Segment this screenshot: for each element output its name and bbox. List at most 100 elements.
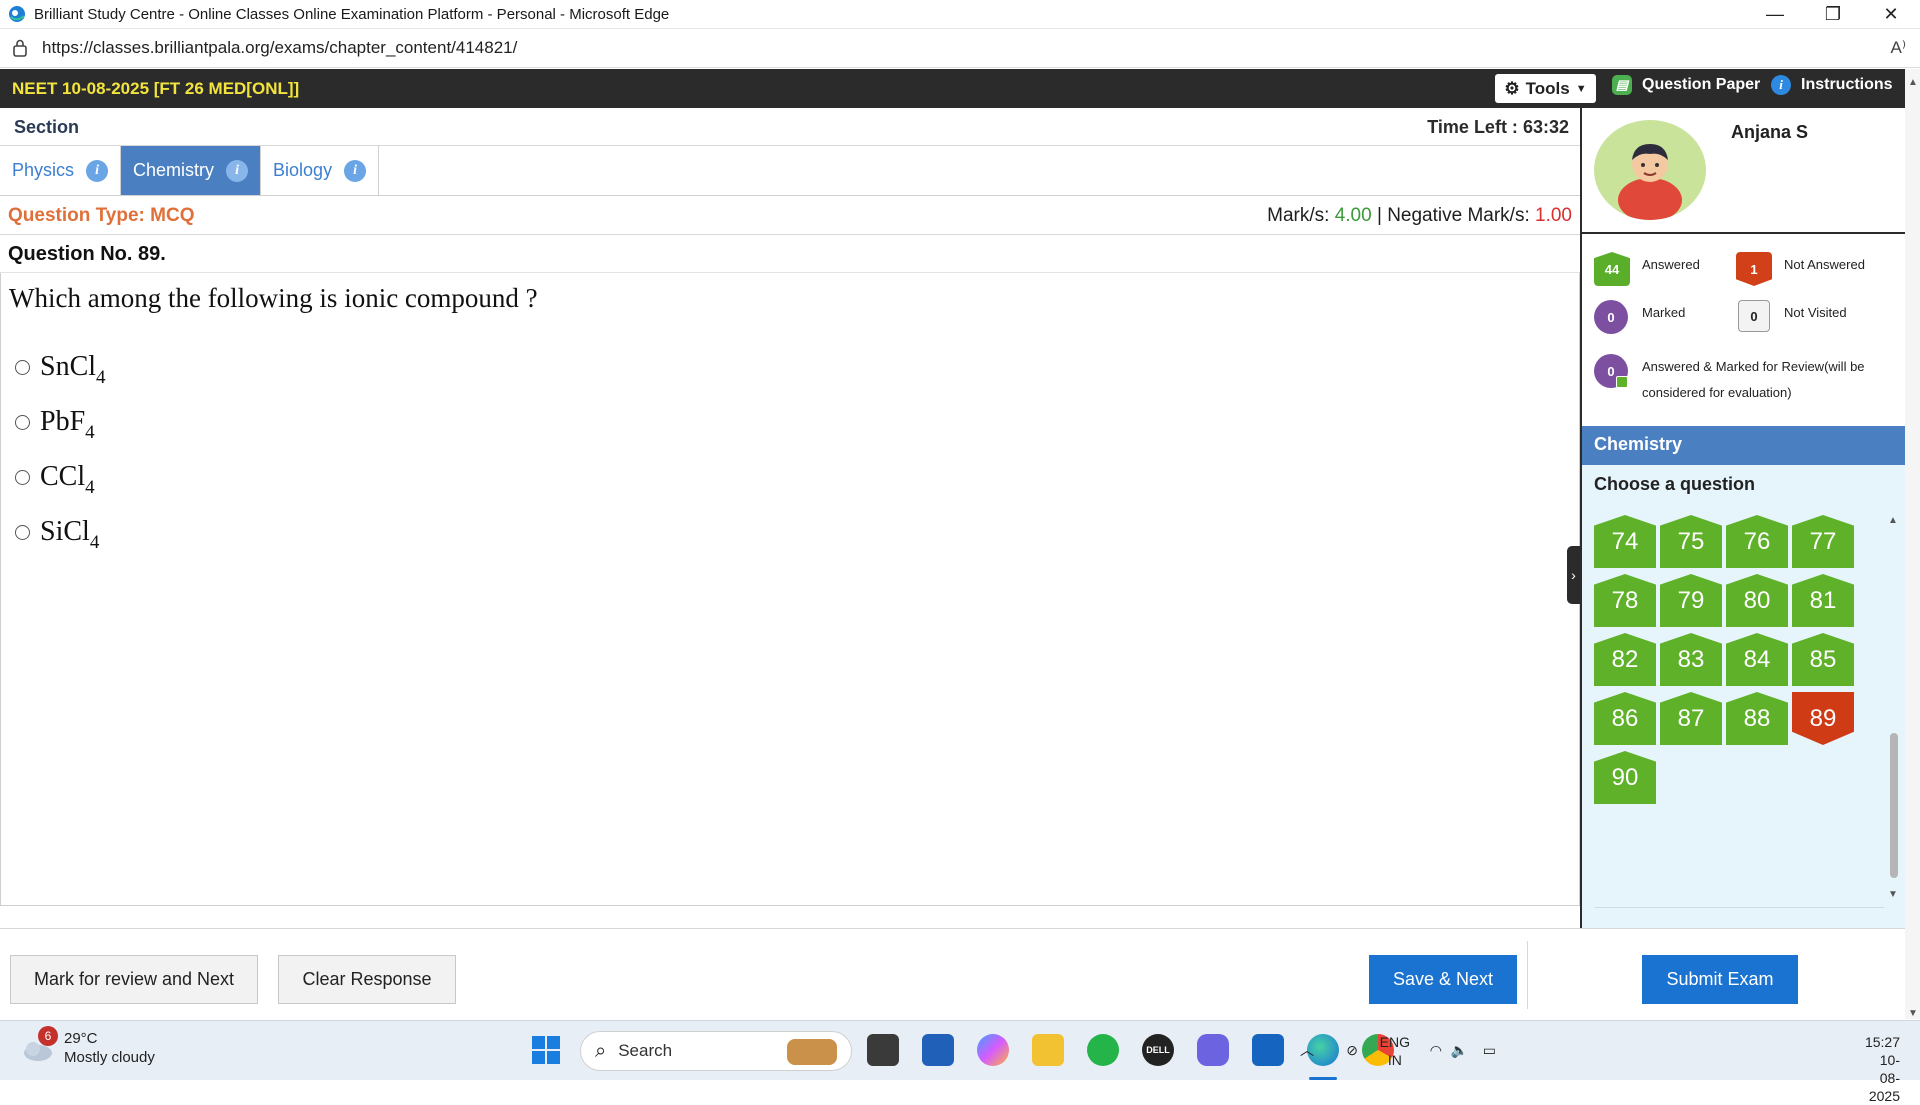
scroll-up-icon[interactable]: ▲	[1888, 515, 1898, 526]
clock[interactable]: 15:27 10-08-2025	[1865, 1033, 1900, 1105]
scroll-down-icon[interactable]: ▼	[1888, 889, 1898, 900]
question-button-82[interactable]: 82	[1594, 633, 1656, 686]
mark-review-next-button[interactable]: Mark for review and Next	[10, 955, 258, 1004]
app-icon[interactable]	[1197, 1034, 1229, 1066]
collapse-panel-handle[interactable]: ›	[1567, 546, 1580, 604]
gear-icon: ⚙	[1504, 78, 1520, 98]
tab-chemistry[interactable]: Chemistry i	[121, 146, 262, 195]
option-radio[interactable]	[15, 359, 30, 375]
whatsapp-icon[interactable]	[1087, 1034, 1119, 1066]
time: 15:27	[1864, 1034, 1900, 1050]
volume-icon[interactable]: 🔈	[1451, 1041, 1468, 1059]
file-explorer-icon[interactable]	[1032, 1034, 1064, 1066]
option-radio[interactable]	[15, 524, 30, 540]
close-window-button[interactable]: ✕	[1862, 0, 1920, 29]
marked-badge: 0	[1594, 300, 1628, 334]
question-type: Question Type: MCQ	[8, 205, 195, 226]
time-left-value: 63:32	[1522, 117, 1569, 137]
legend-label: Answered	[1642, 257, 1700, 272]
question-button-74[interactable]: 74	[1594, 515, 1656, 568]
question-button-79[interactable]: 79	[1660, 574, 1722, 627]
task-view-icon[interactable]	[867, 1034, 899, 1066]
tab-biology[interactable]: Biology i	[261, 146, 380, 195]
tools-dropdown[interactable]: ⚙ Tools ▼	[1495, 74, 1596, 103]
section-row: Section Time Left : 63:32	[0, 108, 1580, 146]
marks-label: Mark/s:	[1267, 205, 1330, 226]
date: 10-08-2025	[1868, 1052, 1900, 1104]
option-3[interactable]: CCl4	[15, 461, 95, 498]
scroll-up-icon[interactable]: ▲	[1908, 77, 1918, 88]
instructions-button[interactable]: i Instructions	[1771, 75, 1893, 95]
question-button-84[interactable]: 84	[1726, 633, 1788, 686]
address-bar[interactable]: https://classes.brilliantpala.org/exams/…	[0, 29, 1920, 68]
question-palette: 74 75 76 77 78 79 80 81 82 83 84 85 86 87 88 89 90	[1594, 515, 1874, 890]
chevron-up-icon[interactable]: ︿	[1300, 1041, 1314, 1059]
info-icon[interactable]: i	[344, 159, 367, 182]
scroll-thumb[interactable]	[1890, 733, 1898, 878]
question-button-90[interactable]: 90	[1594, 751, 1656, 804]
marks-value: 4.00	[1334, 205, 1372, 226]
option-1[interactable]: SnCl4	[15, 351, 106, 388]
divider	[1527, 941, 1528, 1009]
question-button-83[interactable]: 83	[1660, 633, 1722, 686]
tab-label: Physics	[12, 160, 75, 180]
option-radio[interactable]	[15, 469, 30, 485]
question-button-80[interactable]: 80	[1726, 574, 1788, 627]
exam-title: NEET 10-08-2025 [FT 26 MED[ONL]]	[12, 78, 300, 98]
option-2[interactable]: PbF4	[15, 406, 95, 443]
question-paper-button[interactable]: ▤ Question Paper	[1612, 75, 1760, 95]
palette-scrollbar[interactable]: ▲ ▼	[1887, 515, 1901, 900]
question-paper-label: Question Paper	[1642, 76, 1761, 93]
question-paper-icon: ▤	[1612, 75, 1632, 95]
read-aloud-icon[interactable]: A⁾	[1890, 38, 1906, 58]
battery-icon[interactable]: ▭	[1483, 1041, 1496, 1059]
question-button-81[interactable]: 81	[1792, 574, 1854, 627]
dell-icon[interactable]: DELL	[1142, 1034, 1174, 1066]
legend-label: Answered & Marked for Review(will be con…	[1642, 359, 1865, 400]
info-icon[interactable]: i	[226, 159, 249, 182]
edge-icon	[9, 6, 25, 22]
wifi-icon[interactable]: ◠	[1430, 1041, 1442, 1059]
info-icon[interactable]: i	[86, 159, 109, 182]
question-button-88[interactable]: 88	[1726, 692, 1788, 745]
submit-exam-button[interactable]: Submit Exam	[1642, 955, 1798, 1004]
question-button-86[interactable]: 86	[1594, 692, 1656, 745]
option-4[interactable]: SiCl4	[15, 516, 99, 553]
right-panel: Anjana S 44 Answered 1 Not Answered 0 Ma…	[1580, 108, 1905, 928]
url-text[interactable]: https://classes.brilliantpala.org/exams/…	[42, 38, 517, 58]
question-button-87[interactable]: 87	[1660, 692, 1722, 745]
question-button-89[interactable]: 89	[1792, 692, 1854, 745]
page-scrollbar[interactable]: ▲ ▼	[1905, 69, 1920, 1019]
legend-marked: 0 Marked	[1594, 300, 1685, 334]
exam-header: NEET 10-08-2025 [FT 26 MED[ONL]] ⚙ Tools…	[0, 69, 1905, 108]
marks-info: Mark/s: 4.00 | Negative Mark/s: 1.00	[1267, 205, 1572, 227]
question-button-78[interactable]: 78	[1594, 574, 1656, 627]
store-icon[interactable]	[922, 1034, 954, 1066]
outlook-icon[interactable]	[1252, 1034, 1284, 1066]
minimize-button[interactable]: —	[1746, 0, 1804, 29]
option-text: SnCl4	[40, 351, 106, 388]
tick-icon	[1616, 376, 1628, 388]
question-button-77[interactable]: 77	[1792, 515, 1854, 568]
save-next-button[interactable]: Save & Next	[1369, 955, 1517, 1004]
weather-widget[interactable]: 6 29°C Mostly cloudy	[20, 1026, 155, 1067]
option-radio[interactable]	[15, 414, 30, 430]
network-off-icon[interactable]: ⊘	[1346, 1041, 1358, 1059]
question-number-row: Question No. 89.	[0, 236, 1580, 273]
scroll-down-icon[interactable]: ▼	[1908, 1008, 1918, 1019]
language-indicator[interactable]: ENG IN	[1380, 1033, 1410, 1069]
time-left: Time Left : 63:32	[1427, 117, 1569, 138]
restore-button[interactable]: ❐	[1804, 0, 1862, 29]
question-button-75[interactable]: 75	[1660, 515, 1722, 568]
divider	[1594, 907, 1884, 908]
taskbar-search[interactable]: ⌕ Search	[580, 1031, 852, 1071]
question-button-76[interactable]: 76	[1726, 515, 1788, 568]
tab-physics[interactable]: Physics i	[0, 146, 122, 195]
copilot-icon[interactable]	[977, 1034, 1009, 1066]
caret-down-icon: ▼	[1575, 82, 1587, 95]
question-button-85[interactable]: 85	[1792, 633, 1854, 686]
avatar	[1594, 120, 1706, 220]
temperature: 29°C	[64, 1030, 98, 1047]
clear-response-button[interactable]: Clear Response	[278, 955, 456, 1004]
windows-start-icon[interactable]	[530, 1034, 562, 1066]
